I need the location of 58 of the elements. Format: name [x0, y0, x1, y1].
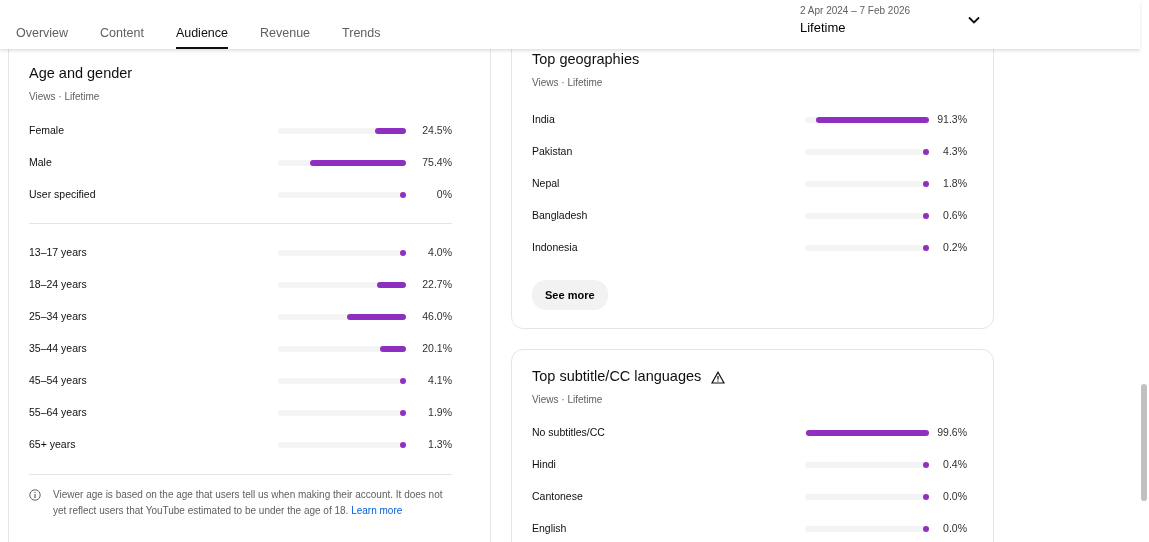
tab[interactable]: Content	[100, 0, 144, 49]
row-label: Cantonese	[532, 489, 584, 505]
scrollbar-thumb[interactable]	[1140, 384, 1147, 501]
percentage-value: 99.6%	[936, 425, 967, 441]
card-subtitle: Views · Lifetime	[29, 89, 101, 104]
row-label: 55–64 years	[29, 404, 88, 420]
row-label: 45–54 years	[29, 372, 88, 388]
card-title: Top geographies	[532, 50, 641, 69]
tab[interactable]: Revenue	[260, 0, 311, 49]
tab[interactable]: Trends	[342, 0, 381, 49]
percentage-value: 0.2%	[942, 239, 967, 255]
date-range-text: 2 Apr 2024 – 7 Feb 2026	[800, 4, 912, 18]
card-title: Age and gender	[29, 64, 134, 83]
percentage-value: 1.3%	[427, 436, 452, 452]
period-text: Lifetime	[800, 19, 847, 37]
card-subtitle: Views · Lifetime	[532, 393, 604, 407]
percentage-value: 46.0%	[421, 308, 452, 324]
row-label: Male	[29, 154, 53, 170]
tab[interactable]: Overview	[16, 0, 69, 49]
info-note: Viewer age is based on the age that users tell us when making their account. It does not yet reflect users that YouTube estimated to be under the age of 18. Learn more	[53, 487, 444, 518]
card-subtitle: Views · Lifetime	[532, 75, 604, 90]
row-label: India	[532, 111, 556, 127]
date-range-dropdown[interactable]: 2 Apr 2024 – 7 Feb 2026 Lifetime	[800, 0, 980, 38]
percentage-value: 4.0%	[427, 244, 452, 260]
row-label: No subtitles/CC	[532, 425, 606, 441]
see-more-button[interactable]: See more	[532, 279, 608, 311]
row-label: Nepal	[532, 175, 561, 191]
card-title: Top subtitle/CC languages	[532, 367, 702, 387]
percentage-value: 0.0%	[942, 489, 967, 505]
percentage-value: 4.1%	[427, 372, 452, 388]
row-label: Hindi	[532, 457, 557, 473]
row-label: 65+ years	[29, 436, 77, 452]
row-label: 18–24 years	[29, 276, 88, 292]
percentage-value: 1.9%	[427, 404, 452, 420]
percentage-value: 75.4%	[421, 154, 452, 170]
warning-icon[interactable]	[711, 370, 726, 384]
row-label: Pakistan	[532, 143, 574, 159]
percentage-value: 24.5%	[421, 122, 452, 138]
chevron-down-icon	[968, 16, 980, 24]
row-label: 25–34 years	[29, 308, 88, 324]
learn-more-link[interactable]: Learn more	[351, 504, 403, 516]
percentage-value: 0.0%	[942, 521, 967, 537]
percentage-value: 22.7%	[421, 276, 452, 292]
percentage-value: 20.1%	[421, 340, 452, 356]
row-label: 13–17 years	[29, 244, 88, 260]
row-label: English	[532, 521, 568, 537]
row-label: Indonesia	[532, 239, 579, 255]
row-label: User specified	[29, 186, 97, 202]
row-label: 35–44 years	[29, 340, 88, 356]
percentage-value: 0.6%	[942, 207, 967, 223]
row-label: Bangladesh	[532, 207, 589, 223]
percentage-value: 0.4%	[942, 457, 967, 473]
percentage-value: 4.3%	[942, 143, 967, 159]
row-label: Female	[29, 122, 65, 138]
percentage-value: 1.8%	[942, 175, 967, 191]
info-icon	[29, 488, 41, 501]
percentage-value: 91.3%	[936, 111, 967, 127]
percentage-value: 0%	[435, 186, 452, 202]
